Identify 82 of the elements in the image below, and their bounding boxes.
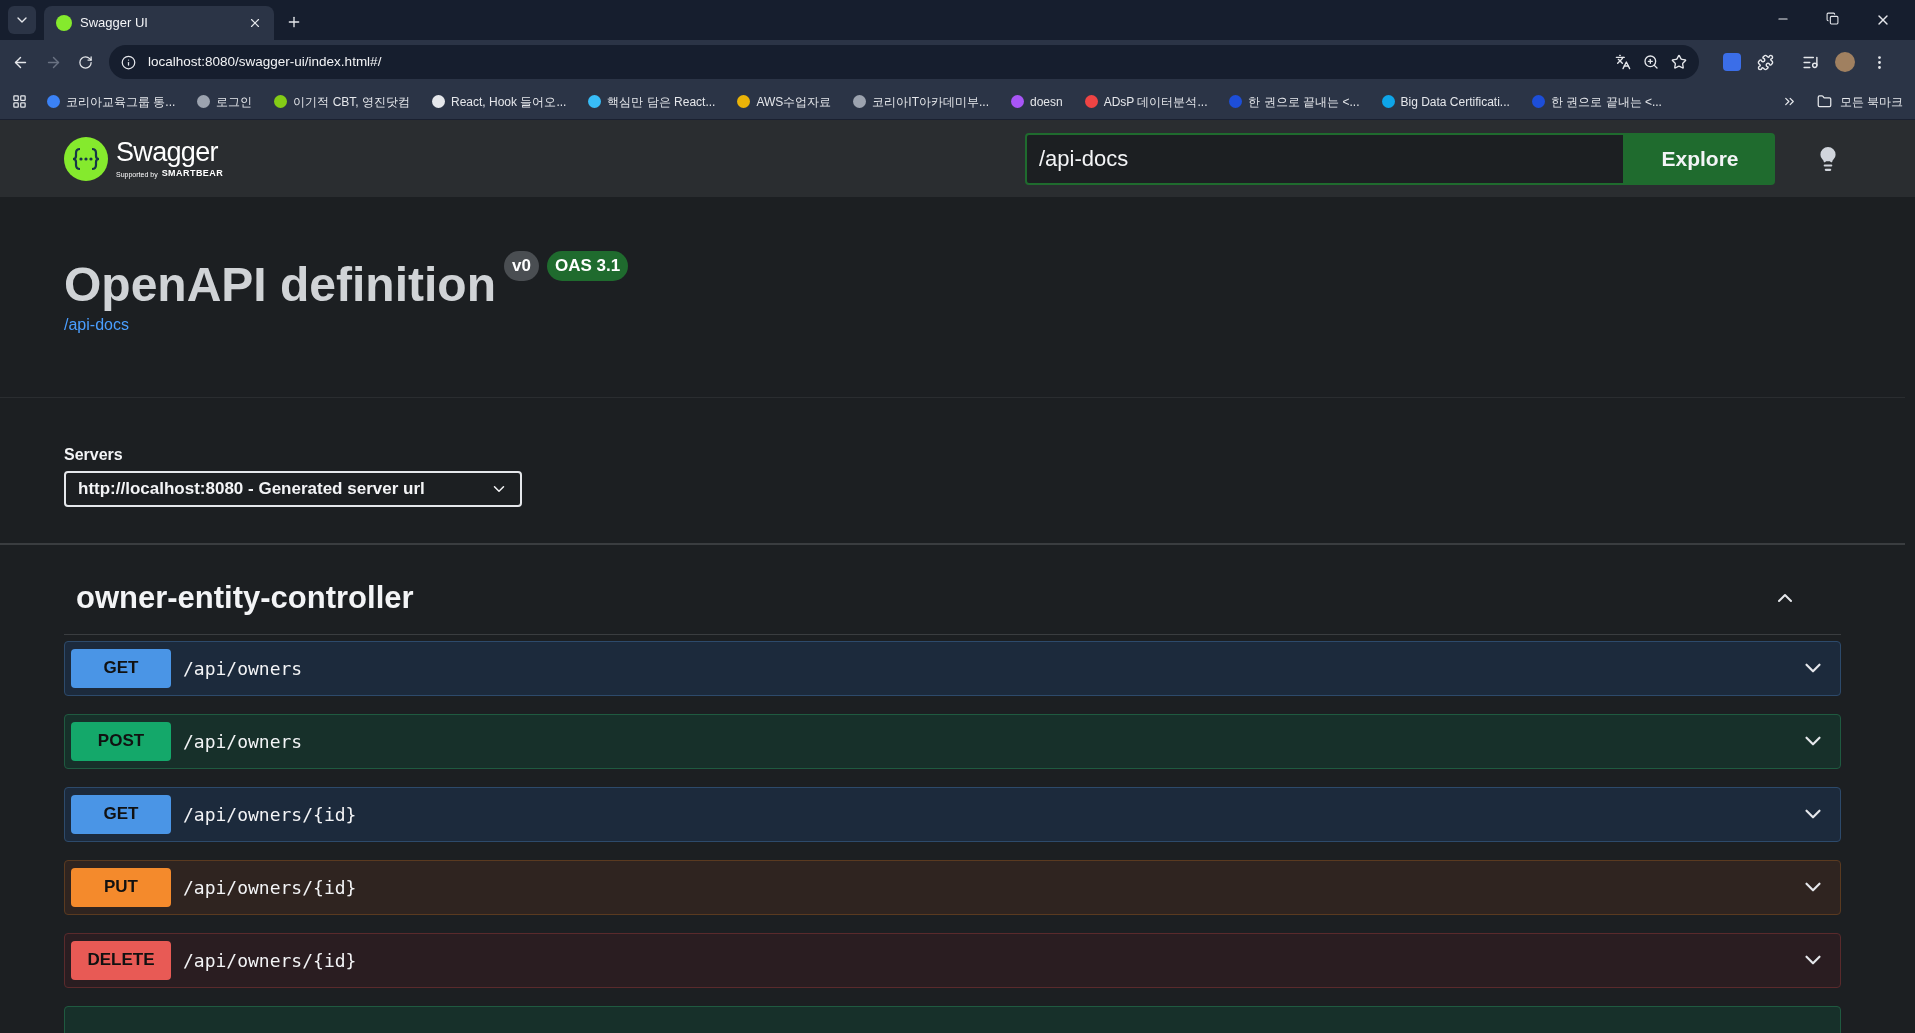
folder-icon xyxy=(1816,94,1832,109)
extensions-icon[interactable] xyxy=(1757,53,1774,71)
bookmark-item[interactable]: doesn xyxy=(1011,92,1063,111)
url-input-field[interactable]: /api-docs xyxy=(1025,132,1625,185)
restore-icon[interactable] xyxy=(1826,12,1839,25)
servers-label: Servers xyxy=(64,445,124,465)
new-tab-icon[interactable] xyxy=(286,14,302,30)
version-badge: v0 xyxy=(504,251,539,281)
bookmark-label: doesn xyxy=(1030,93,1063,111)
operation-row[interactable]: GET /api/owners xyxy=(64,640,1841,696)
method-badge: GET xyxy=(71,794,171,834)
oas-badge: OAS 3.1 xyxy=(546,251,629,281)
tab-title: Swagger UI xyxy=(80,14,149,33)
bookmark-label: 한 권으로 끝내는 <... xyxy=(1550,93,1662,111)
bookmark-item[interactable]: 로그인 xyxy=(197,92,253,111)
address-bar[interactable]: localhost:8080/swagger-ui/index.html#/ xyxy=(109,45,1699,79)
bookmark-label: Big Data Certificati... xyxy=(1400,93,1510,111)
api-title: OpenAPI definition xyxy=(64,257,496,313)
bookmark-favicon-icon xyxy=(588,95,602,108)
operation-path: /api/owners/{id} xyxy=(183,948,358,973)
method-badge: PUT xyxy=(71,867,171,907)
tab-list-button[interactable] xyxy=(8,6,36,34)
bookmark-label: 코리아IT아카데미부... xyxy=(872,93,989,111)
bookmark-label: 코리아교육그룹 통... xyxy=(66,93,176,111)
operation-row[interactable]: PUT /api/owners/{id} xyxy=(64,859,1841,915)
bookmark-item[interactable]: 이기적 CBT, 영진닷컴 xyxy=(274,92,410,111)
bookmark-item[interactable]: AWS수업자료 xyxy=(737,92,832,111)
bookmark-item[interactable]: React, Hook 들어오... xyxy=(432,92,567,111)
bookmark-label: 핵심만 담은 React... xyxy=(607,93,716,111)
operation-path: /api/owners/{id} xyxy=(183,802,358,827)
bookmark-favicon-icon xyxy=(47,95,60,108)
bookmark-favicon-icon xyxy=(1531,95,1545,108)
bookmark-favicon-icon xyxy=(853,95,867,108)
method-badge: POST xyxy=(71,721,171,761)
all-bookmarks-button[interactable]: 모든 북마크 xyxy=(1816,92,1903,111)
bookmark-star-icon[interactable] xyxy=(1671,54,1687,70)
operation-row[interactable]: DELETE /api/owners/{id} xyxy=(64,932,1841,988)
bookmark-item[interactable]: Big Data Certificati... xyxy=(1381,92,1510,111)
apps-icon[interactable] xyxy=(12,94,27,109)
operation-row[interactable]: GET /api/owners/{id} xyxy=(64,786,1841,842)
bookmark-item[interactable]: ADsP 데이터분석... xyxy=(1084,92,1208,111)
bookmark-favicon-icon xyxy=(432,95,445,108)
site-info-icon[interactable] xyxy=(121,54,136,70)
bookmark-favicon-icon xyxy=(197,95,211,108)
bookmark-label: AWS수업자료 xyxy=(756,93,832,111)
bookmark-favicon-icon xyxy=(737,95,751,108)
swagger-favicon-icon xyxy=(56,15,72,31)
browser-tab[interactable]: Swagger UI xyxy=(44,6,274,40)
bookmark-item[interactable]: 핵심만 담은 React... xyxy=(588,92,716,111)
bookmark-favicon-icon xyxy=(1229,95,1243,108)
reload-icon[interactable] xyxy=(78,54,93,70)
swagger-logo-icon xyxy=(64,136,108,181)
url-text: localhost:8080/swagger-ui/index.html#/ xyxy=(148,52,383,71)
method-badge: GET xyxy=(71,648,171,688)
zoom-icon[interactable] xyxy=(1643,54,1659,70)
bookmark-item[interactable]: 한 권으로 끝내는 <... xyxy=(1229,92,1360,111)
bookmark-label: 이기적 CBT, 영진닷컴 xyxy=(293,93,410,111)
translate-icon[interactable] xyxy=(1615,54,1631,70)
operation-path: /api/owners xyxy=(183,656,304,681)
bookmark-item[interactable]: 코리아IT아카데미부... xyxy=(853,92,989,111)
bookmark-item[interactable]: 코리아교육그룹 통... xyxy=(47,92,176,111)
section-title: owner-entity-controller xyxy=(76,579,414,617)
servers-select[interactable]: http://localhost:8080 - Generated server url xyxy=(64,471,522,507)
operation-path: /api/owners/{id} xyxy=(183,875,358,900)
explore-button[interactable]: Explore xyxy=(1625,132,1775,185)
method-badge: DELETE xyxy=(71,940,171,980)
bookmark-favicon-icon xyxy=(1381,95,1395,108)
operation-row[interactable]: POST /api/owners xyxy=(64,713,1841,769)
bookmark-favicon-icon xyxy=(274,95,288,108)
bookmark-label: ADsP 데이터분석... xyxy=(1103,93,1208,111)
bookmark-favicon-icon xyxy=(1084,95,1098,108)
logo-brand: SMARTBEAR xyxy=(161,167,224,180)
bookmark-label: React, Hook 들어오... xyxy=(451,93,567,111)
bookmark-favicon-icon xyxy=(1011,95,1024,108)
bookmark-item[interactable]: 한 권으로 끝내는 <... xyxy=(1531,92,1662,111)
profile-avatar[interactable] xyxy=(1835,52,1855,72)
operation-path: /api/owners xyxy=(183,729,304,754)
api-docs-link[interactable]: /api-docs xyxy=(64,316,129,333)
bookmark-label: 한 권으로 끝내는 <... xyxy=(1248,93,1360,111)
bookmark-label: 로그인 xyxy=(216,93,253,111)
logo-text: Swagger xyxy=(116,136,219,167)
close-icon[interactable] xyxy=(248,16,262,30)
